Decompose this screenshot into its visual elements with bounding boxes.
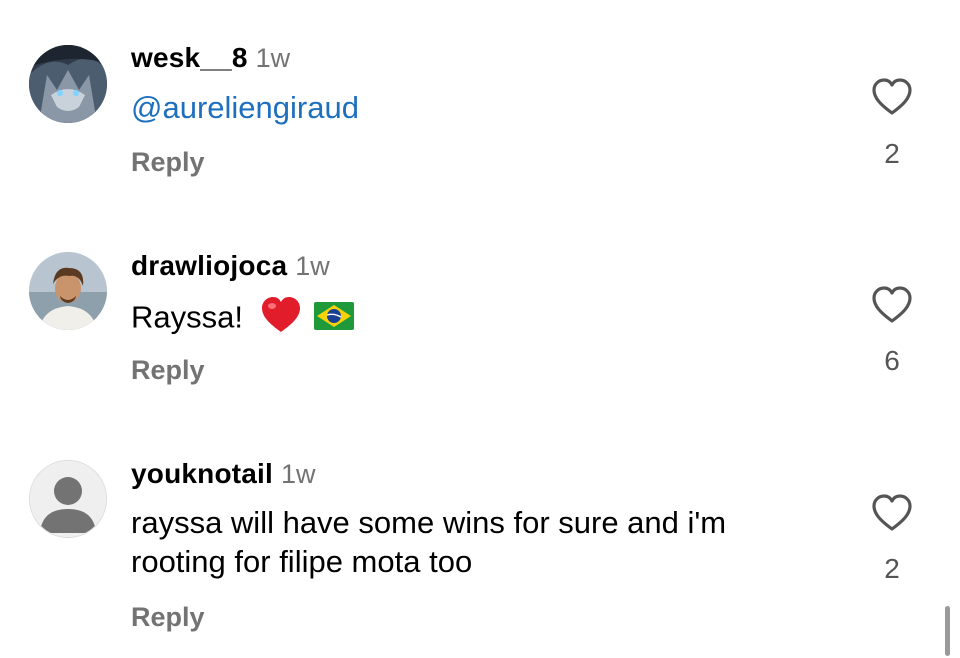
comment-header: drawliojoca 1w <box>131 250 330 282</box>
comment-text-content: Rayssa! <box>131 299 243 335</box>
username[interactable]: drawliojoca <box>131 250 287 281</box>
brazil-flag-icon <box>314 300 355 339</box>
red-heart-icon <box>260 295 302 344</box>
heart-icon[interactable] <box>871 77 913 117</box>
comment-text-line: rooting for filipe mota too <box>131 544 473 579</box>
comments-list: wesk__81w @aureliengiraud Reply 2 drawl <box>0 0 960 658</box>
comment-text: @aureliengiraud <box>131 88 359 127</box>
like-count: 2 <box>884 553 900 584</box>
mention-link[interactable]: @aureliengiraud <box>131 90 359 125</box>
reply-button[interactable]: Reply <box>131 147 205 178</box>
reply-button[interactable]: Reply <box>131 602 205 633</box>
comment-header: wesk__8 1w <box>131 42 290 74</box>
reply-button[interactable]: Reply <box>131 355 205 386</box>
comment-text-line: rayssa will have some wins for sure and … <box>131 505 727 540</box>
like-count: 6 <box>884 345 900 376</box>
comment-timestamp: 1w <box>281 459 316 489</box>
username[interactable]: youknotail <box>131 458 273 489</box>
profile-photo-icon[interactable] <box>29 252 107 330</box>
like-count: 2 <box>884 138 900 169</box>
comment-timestamp: 1w <box>255 43 291 73</box>
default-user-icon[interactable] <box>29 460 107 538</box>
comment-text: Rayssa! <box>131 295 355 344</box>
heart-icon[interactable] <box>871 285 913 325</box>
comment-header: youknotail 1w <box>131 458 316 490</box>
wolf-avatar-icon[interactable] <box>29 45 107 123</box>
heart-icon[interactable] <box>871 493 913 533</box>
comment-text: rayssa will have some wins for sure and … <box>131 503 726 581</box>
comment-timestamp: 1w <box>295 251 330 281</box>
username[interactable]: wesk__8 <box>131 42 248 73</box>
scrollbar[interactable] <box>945 606 950 656</box>
